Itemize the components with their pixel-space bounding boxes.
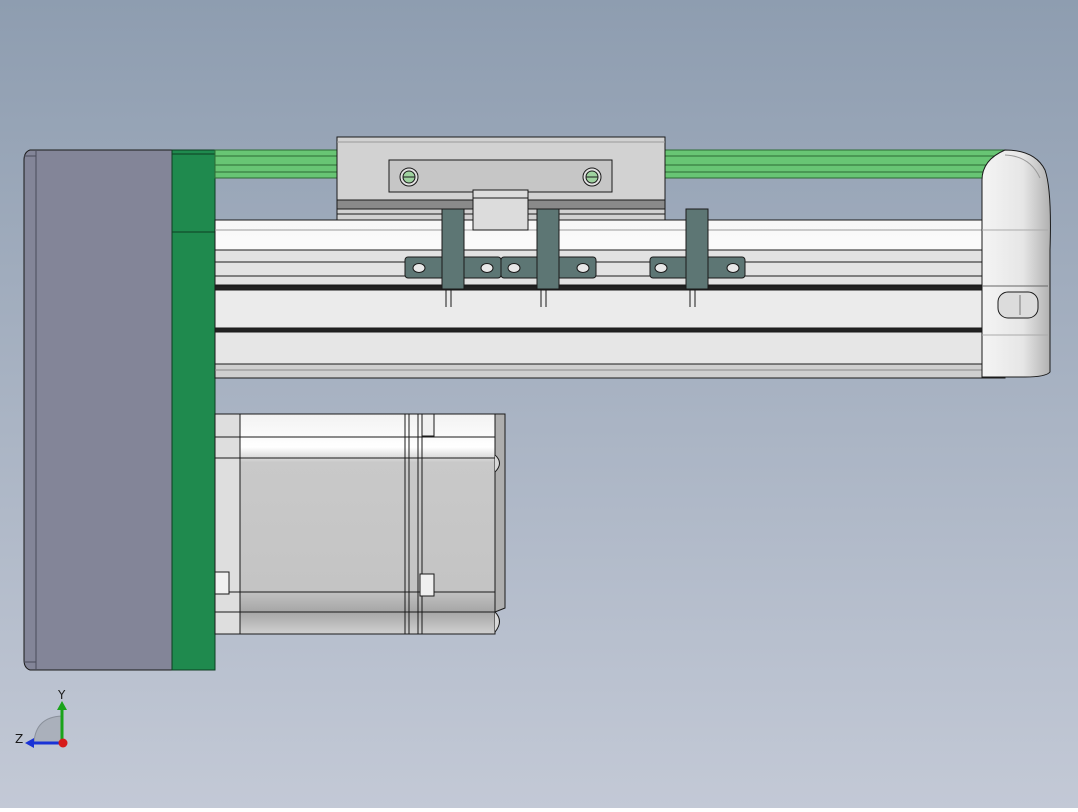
y-axis-label: Y	[58, 688, 66, 702]
screw-icon	[582, 167, 602, 187]
carriage	[336, 136, 666, 231]
z-axis-label: Z	[15, 732, 24, 746]
mount-plate	[171, 149, 216, 671]
cad-drawing	[0, 0, 1078, 808]
cad-viewport[interactable]: Y Z	[0, 0, 1078, 808]
end-cap	[981, 149, 1051, 378]
x-axis-dot	[58, 738, 68, 748]
screw-icon	[399, 167, 419, 187]
cover-plate	[23, 149, 173, 671]
linear-module-profile	[214, 219, 1006, 379]
stepper-motor	[214, 413, 506, 635]
